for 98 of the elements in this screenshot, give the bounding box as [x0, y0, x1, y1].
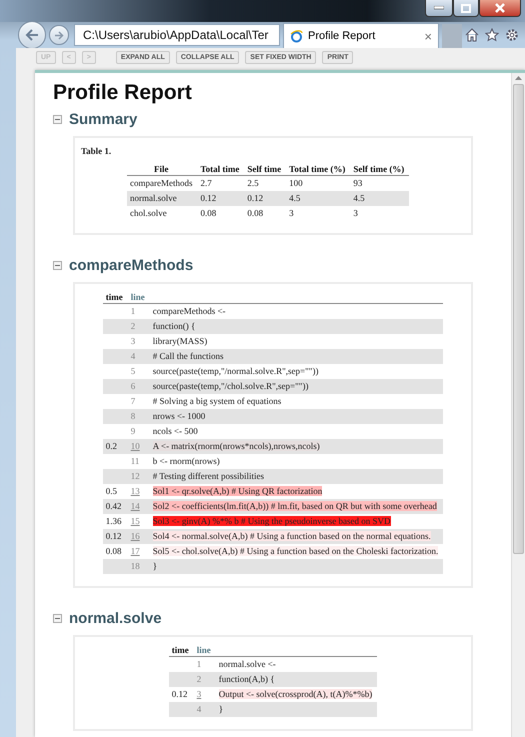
line-number-link[interactable]: 3	[196, 689, 202, 699]
line-number: 1	[196, 659, 202, 669]
code-line: }	[152, 561, 158, 571]
scrollbar[interactable]	[511, 73, 525, 737]
line-number: 2	[196, 674, 202, 684]
scroll-up-icon[interactable]	[515, 75, 522, 80]
code-line: source(paste(temp,"/normal.solve.R",sep=""))	[152, 366, 318, 376]
line-number: 6	[130, 381, 136, 391]
collapse-icon[interactable]	[53, 614, 62, 623]
table-cell: compareMethods	[127, 176, 198, 191]
column-header: line	[128, 292, 150, 304]
line-number: 18	[130, 561, 140, 571]
table-cell: chol.solve	[127, 206, 198, 221]
code-line: # Solving a big system of equations	[152, 396, 282, 406]
back-arrow-icon	[25, 29, 39, 41]
minimize-button[interactable]	[425, 0, 453, 17]
code-line: function(A,b) {	[218, 674, 275, 684]
star-icon[interactable]	[485, 28, 499, 42]
close-button[interactable]	[479, 0, 521, 17]
time-cell: 0.12	[102, 529, 128, 544]
address-text: C:\Users\arubio\AppData\Local\Ter	[83, 28, 268, 42]
code-line: ncols <- 500	[152, 426, 198, 436]
code-line: library(MASS)	[152, 336, 208, 346]
line-number: 3	[130, 336, 136, 346]
tab-title: Profile Report	[308, 30, 376, 42]
table-cell: 4.5	[350, 191, 410, 206]
column-header: time	[102, 292, 128, 304]
line-number: 12	[130, 471, 140, 481]
table-cell: 93	[350, 176, 410, 191]
report-title: Profile Report	[53, 81, 193, 105]
line-number-link[interactable]: 15	[130, 516, 140, 526]
line-number: 5	[130, 366, 136, 376]
maximize-button[interactable]	[453, 0, 479, 17]
column-header: Total time (%)	[286, 164, 350, 176]
time-cell: 1.36	[102, 514, 128, 529]
code-line: compareMethods <-	[152, 306, 226, 316]
collapse-icon[interactable]	[53, 115, 62, 124]
code-line: # Call the functions	[152, 351, 224, 361]
table-cell: 3	[350, 206, 410, 221]
code-line: function() {	[152, 321, 196, 331]
table-cell: 0.08	[197, 206, 244, 221]
code-line: nrows <- 1000	[152, 411, 206, 421]
forward-button[interactable]	[49, 25, 69, 45]
line-number: 4	[130, 351, 136, 361]
line-number: 2	[130, 321, 136, 331]
line-number-link[interactable]: 16	[130, 531, 140, 541]
column-header: Total time	[197, 164, 244, 176]
time-cell: 0.42	[102, 499, 128, 514]
table-cell: 0.08	[244, 206, 286, 221]
table-cell: 100	[286, 176, 350, 191]
code-line: source(paste(temp,"/chol.solve.R",sep=""))	[152, 381, 308, 391]
time-cell: 0.2	[102, 439, 128, 454]
line-number-link[interactable]: 13	[130, 486, 140, 496]
column-header: Self time	[244, 164, 286, 176]
time-cell: 0.12	[168, 687, 194, 702]
settings-icon[interactable]	[505, 28, 519, 42]
line-number: 7	[130, 396, 136, 406]
time-cell: 0.08	[102, 544, 128, 559]
scrollbar-thumb[interactable]	[513, 84, 524, 554]
table-cell: 2.5	[244, 176, 286, 191]
line-number: 11	[130, 456, 140, 466]
table-cell: 3	[286, 206, 350, 221]
code-line: # Testing different possibilities	[152, 471, 264, 481]
home-icon[interactable]	[465, 28, 479, 42]
code-line: normal.solve <-	[218, 659, 276, 669]
tab-close-button[interactable]: ×	[424, 28, 432, 44]
column-header: Self time (%)	[350, 164, 410, 176]
maximize-icon	[461, 4, 471, 12]
line-number: 8	[130, 411, 136, 421]
table-cell: 0.12	[244, 191, 286, 206]
code-line: }	[218, 704, 224, 714]
table-cell: 2.7	[197, 176, 244, 191]
browser-tab[interactable]: Profile Report ×	[283, 23, 439, 48]
line-number: 9	[130, 426, 136, 436]
close-icon	[495, 3, 505, 13]
minimize-icon	[434, 6, 444, 10]
table-cell: normal.solve	[127, 191, 198, 206]
column-header: File	[127, 164, 198, 176]
section-heading: compareMethods	[69, 257, 194, 274]
line-number-link[interactable]: 17	[130, 546, 140, 556]
section-heading: normal.solve	[69, 610, 162, 627]
time-cell: 0.5	[102, 484, 128, 499]
table-cell: 4.5	[286, 191, 350, 206]
address-field[interactable]: C:\Users\arubio\AppData\Local\Ter	[74, 24, 280, 46]
back-button[interactable]	[18, 21, 46, 49]
line-number: 1	[130, 306, 136, 316]
browser-icon	[290, 30, 303, 42]
line-number-link[interactable]: 10	[130, 441, 140, 451]
collapse-icon[interactable]	[53, 261, 62, 270]
column-header: line	[194, 645, 216, 656]
forward-arrow-icon	[54, 30, 64, 40]
table-caption: Table 1.	[81, 146, 112, 156]
column-header: time	[168, 645, 194, 656]
table-cell: 0.12	[197, 191, 244, 206]
line-number-link[interactable]: 14	[130, 501, 140, 511]
section-heading: Summary	[69, 111, 138, 128]
line-number: 4	[196, 704, 202, 714]
code-line: b <- rnorm(nrows)	[152, 456, 220, 466]
